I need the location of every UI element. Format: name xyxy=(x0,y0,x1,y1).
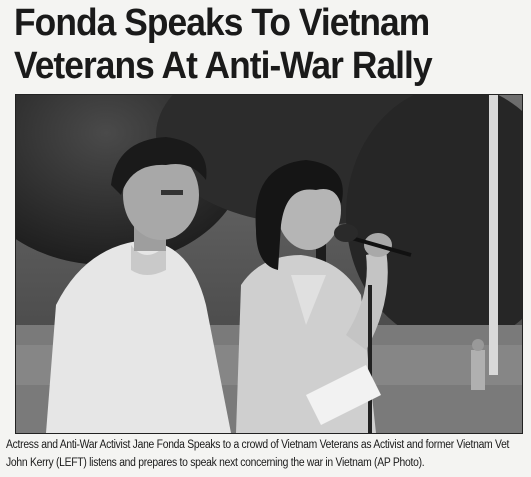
rally-photo-illustration xyxy=(16,95,522,433)
background-person xyxy=(471,350,485,390)
headline-line-2: Veterans At Anti-War Rally xyxy=(14,45,433,87)
flagpole xyxy=(489,95,498,375)
news-photo xyxy=(15,94,523,434)
newspaper-clipping: Fonda Speaks To Vietnam Veterans At Anti… xyxy=(0,0,531,477)
photo-caption: Actress and Anti-War Activist Jane Fonda… xyxy=(6,439,510,469)
background-person-head xyxy=(472,339,484,351)
headline-line-1: Fonda Speaks To Vietnam xyxy=(14,2,430,44)
headline: Fonda Speaks To Vietnam Veterans At Anti… xyxy=(14,2,488,88)
